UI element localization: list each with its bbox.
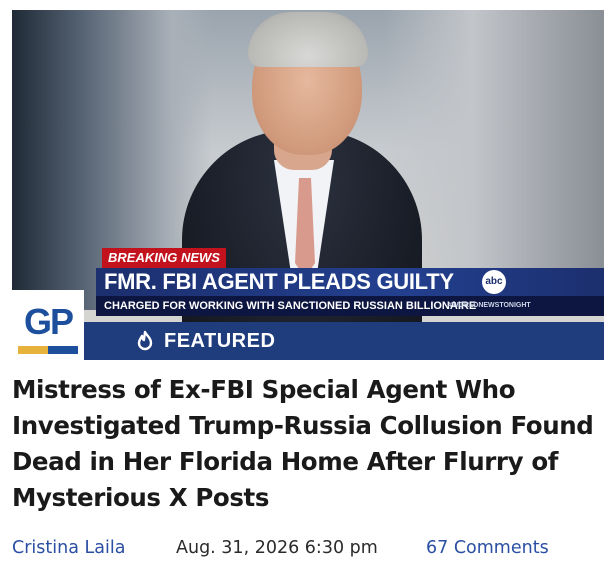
comments-link[interactable]: 67 Comments (426, 534, 549, 562)
gp-logo[interactable]: GP (12, 290, 84, 360)
article-meta: Cristina Laila Aug. 31, 2026 6:30 pm 67 … (12, 534, 604, 562)
chyron-headline: FMR. FBI AGENT PLEADS GUILTY (96, 268, 604, 296)
author-link[interactable]: Cristina Laila (12, 534, 125, 562)
article-title[interactable]: Mistress of Ex-FBI Special Agent Who Inv… (12, 372, 604, 516)
chyron-hashtag: #WORLDNEWSTONIGHT (448, 302, 531, 309)
flame-icon (137, 330, 153, 351)
featured-badge: FEATURED (84, 322, 604, 360)
hero-image[interactable]: BREAKING NEWS FMR. FBI AGENT PLEADS GUIL… (12, 10, 604, 360)
abc-logo: abc (482, 270, 506, 294)
breaking-news-label: BREAKING NEWS (102, 248, 226, 268)
person-hair (248, 12, 368, 67)
gp-logo-accent (18, 346, 78, 354)
publish-date: Aug. 31, 2026 6:30 pm (176, 538, 378, 558)
article-card: BREAKING NEWS FMR. FBI AGENT PLEADS GUIL… (12, 10, 604, 558)
featured-label: FEATURED (164, 330, 276, 352)
